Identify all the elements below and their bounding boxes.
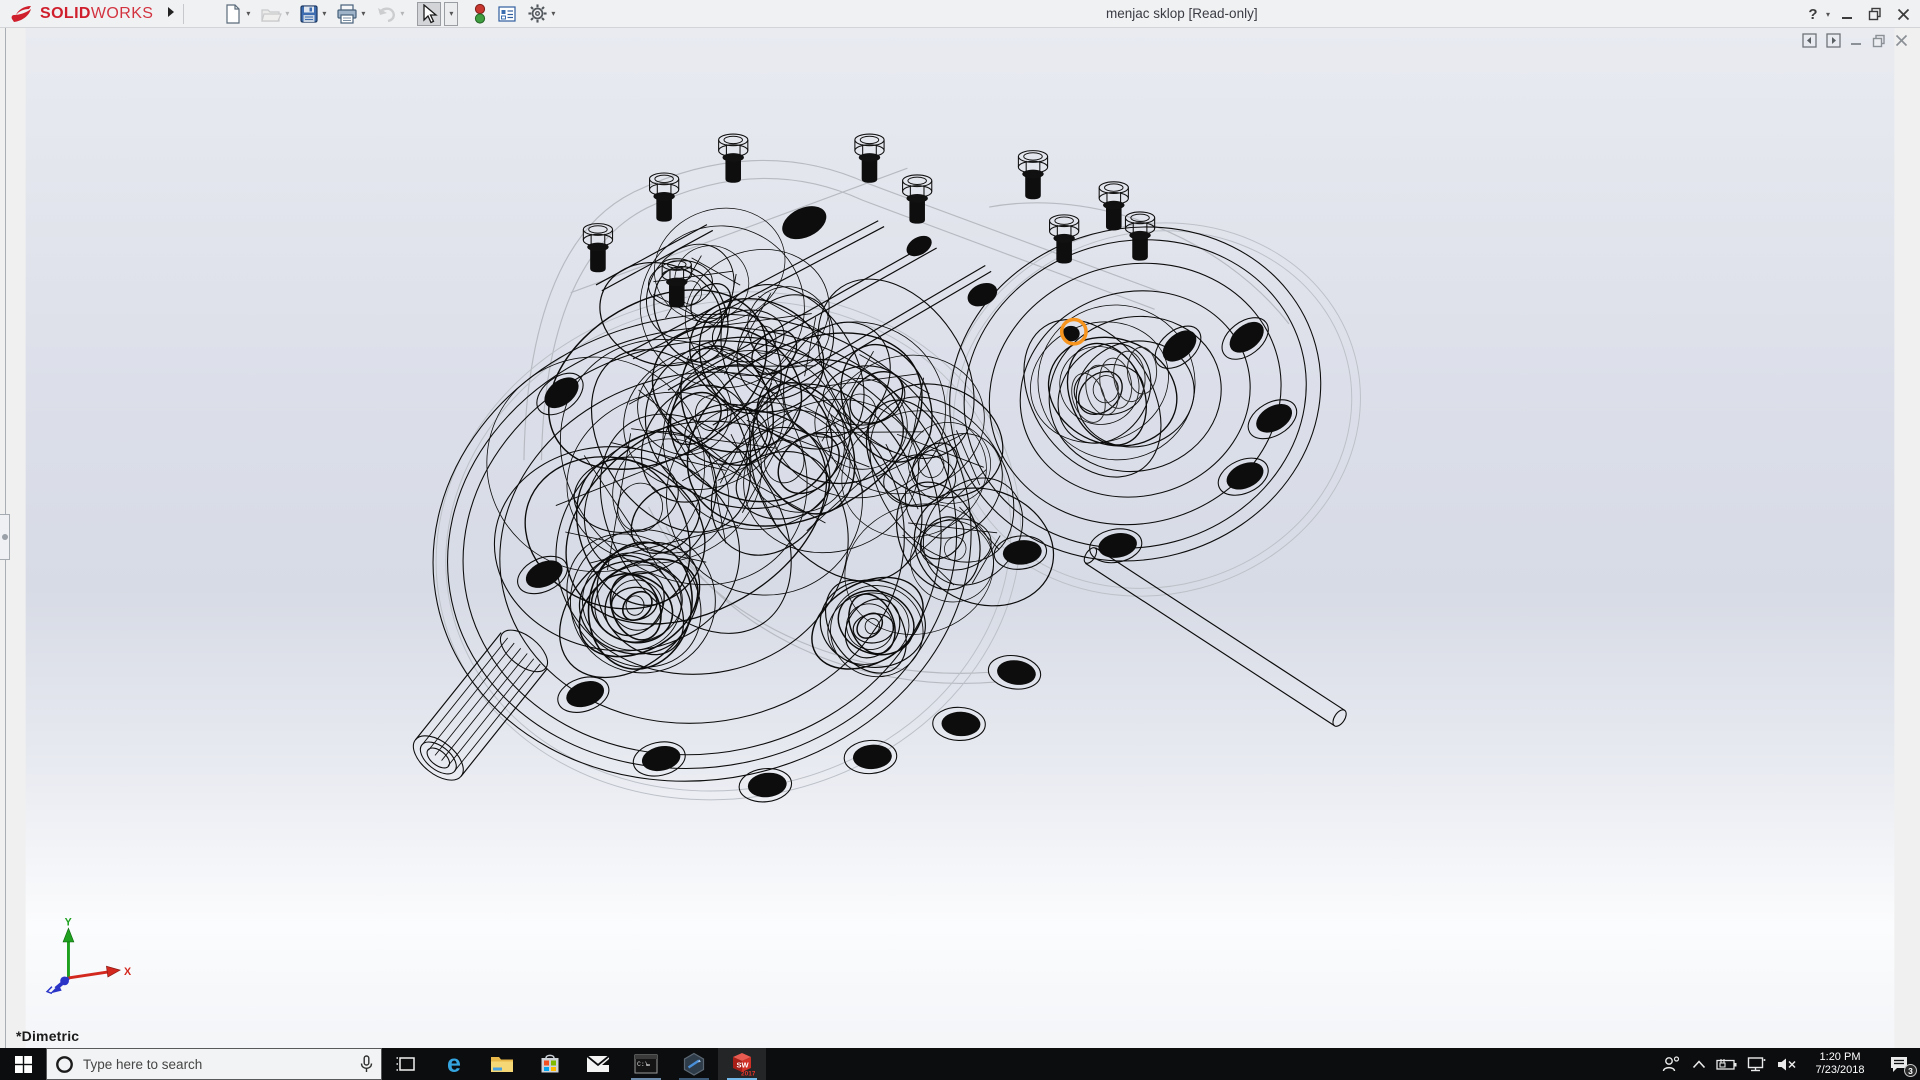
taskbar-app-file-explorer[interactable] xyxy=(478,1048,526,1080)
taskbar-app-solidworks[interactable]: SW 2017 xyxy=(718,1048,766,1080)
people-button[interactable] xyxy=(1656,1048,1686,1080)
taskbar-app-store[interactable] xyxy=(526,1048,574,1080)
command-prompt-icon: C:\ xyxy=(634,1053,658,1075)
windows-logo-icon xyxy=(15,1056,32,1073)
help-button[interactable]: ? xyxy=(1802,3,1824,25)
axis-x-label: X xyxy=(124,966,132,978)
solidworks-app-icon: SW 2017 xyxy=(729,1051,755,1077)
titlebar: SOLIDWORKS ▾ ▾ ▾ xyxy=(0,0,1920,28)
undo-icon xyxy=(375,4,397,24)
close-button[interactable] xyxy=(1892,3,1914,25)
network-icon xyxy=(1747,1056,1767,1072)
file-properties-icon xyxy=(497,4,517,24)
edge-glyph: e xyxy=(447,1051,461,1077)
brand-works: WORKS xyxy=(91,5,153,22)
help-dropdown-caret-icon[interactable]: ▾ xyxy=(1826,10,1830,19)
window-controls: ? ▾ xyxy=(1802,0,1914,28)
start-button[interactable] xyxy=(0,1048,46,1080)
view-orientation-label: *Dimetric xyxy=(16,1028,79,1044)
taskbar-app-task-view[interactable] xyxy=(382,1048,430,1080)
close-icon xyxy=(1897,8,1910,21)
action-center-button[interactable]: 3 xyxy=(1878,1048,1920,1080)
dropdown-caret-icon[interactable]: ▾ xyxy=(322,9,326,18)
task-view-icon xyxy=(395,1054,417,1074)
separator xyxy=(183,4,184,24)
doc-minimize-button[interactable] xyxy=(1850,34,1863,47)
edge-icon: e xyxy=(441,1051,467,1077)
new-document-button[interactable]: ▾ xyxy=(220,2,253,26)
rebuild-traffic-light-icon xyxy=(473,3,487,25)
rebuild-button[interactable] xyxy=(470,2,490,26)
clock-time: 1:20 PM xyxy=(1820,1051,1861,1064)
windows-taskbar: e C:\ xyxy=(0,1048,1920,1080)
select-button[interactable] xyxy=(417,2,441,26)
dropdown-caret-icon[interactable]: ▾ xyxy=(361,9,365,18)
volume-muted-icon xyxy=(1777,1057,1797,1072)
axis-y-label: Y xyxy=(65,916,72,928)
graphics-area[interactable]: Y X xyxy=(0,28,1920,1048)
toolbar-flyout-arrow[interactable] xyxy=(167,6,175,21)
dassault-systemes-icon xyxy=(10,4,36,24)
dropdown-caret-icon[interactable]: ▾ xyxy=(246,9,250,18)
options-gear-icon xyxy=(527,3,548,24)
store-icon xyxy=(539,1053,561,1075)
taskbar-search[interactable] xyxy=(46,1048,382,1080)
new-document-icon xyxy=(223,4,243,24)
splitter-dot-icon xyxy=(2,534,8,540)
doc-restore-button[interactable] xyxy=(1872,34,1886,48)
network-button[interactable] xyxy=(1742,1048,1772,1080)
wireframe-gearbox-model: Y X xyxy=(0,28,1920,1048)
select-arrow-icon xyxy=(420,4,438,24)
select-dropdown[interactable]: ▾ xyxy=(444,2,458,26)
clock-date: 7/23/2018 xyxy=(1816,1064,1865,1077)
search-input[interactable] xyxy=(83,1057,351,1072)
dropdown-caret-icon[interactable]: ▾ xyxy=(551,9,555,18)
save-icon xyxy=(299,4,319,24)
help-label: ? xyxy=(1808,6,1817,23)
open-icon xyxy=(260,4,282,24)
file-explorer-icon xyxy=(490,1054,514,1074)
pane-previous-button[interactable] xyxy=(1802,33,1817,48)
mail-icon xyxy=(586,1055,610,1073)
file-properties-button[interactable] xyxy=(494,2,520,26)
sw-year-label: 2017 xyxy=(741,1071,755,1078)
featuremanager-splitter-tab[interactable] xyxy=(0,514,10,560)
restore-icon xyxy=(1868,7,1882,21)
sw-label: SW xyxy=(737,1061,750,1070)
brand-text: SOLIDWORKS xyxy=(40,5,153,23)
pane-next-button[interactable] xyxy=(1826,33,1841,48)
people-icon xyxy=(1661,1055,1681,1073)
restore-button[interactable] xyxy=(1864,3,1886,25)
taskbar-app-edge[interactable]: e xyxy=(430,1048,478,1080)
taskbar-clock[interactable]: 1:20 PM 7/23/2018 xyxy=(1802,1051,1878,1077)
solidworks-logo: SOLIDWORKS xyxy=(10,4,153,24)
cortana-icon xyxy=(55,1055,74,1074)
open-button[interactable]: ▾ xyxy=(257,2,292,26)
battery-button[interactable] xyxy=(1712,1048,1742,1080)
dropdown-caret-icon[interactable]: ▾ xyxy=(400,9,404,18)
chevron-up-icon xyxy=(1692,1060,1706,1069)
taskbar-app-notepad-plus[interactable] xyxy=(670,1048,718,1080)
notification-badge: 3 xyxy=(1904,1064,1917,1077)
minimize-icon xyxy=(1841,8,1854,21)
doc-close-button[interactable] xyxy=(1895,34,1908,47)
document-window-controls xyxy=(1802,33,1908,48)
print-button[interactable]: ▾ xyxy=(333,2,368,26)
brand-solid: SOLID xyxy=(40,5,91,22)
battery-icon xyxy=(1716,1058,1738,1071)
microphone-icon[interactable] xyxy=(360,1055,373,1073)
taskbar-app-command-prompt[interactable]: C:\ xyxy=(622,1048,670,1080)
options-button[interactable]: ▾ xyxy=(524,2,558,26)
taskbar-app-mail[interactable] xyxy=(574,1048,622,1080)
minimize-button[interactable] xyxy=(1836,3,1858,25)
hexagon-app-icon xyxy=(682,1052,706,1076)
tray-overflow-button[interactable] xyxy=(1686,1048,1712,1080)
system-tray: 1:20 PM 7/23/2018 3 xyxy=(1656,1048,1920,1080)
dropdown-caret-icon[interactable]: ▾ xyxy=(285,9,289,18)
undo-button[interactable]: ▾ xyxy=(372,2,407,26)
save-button[interactable]: ▾ xyxy=(296,2,329,26)
print-icon xyxy=(336,4,358,24)
document-title: menjac sklop [Read-only] xyxy=(1106,0,1258,28)
volume-button[interactable] xyxy=(1772,1048,1802,1080)
